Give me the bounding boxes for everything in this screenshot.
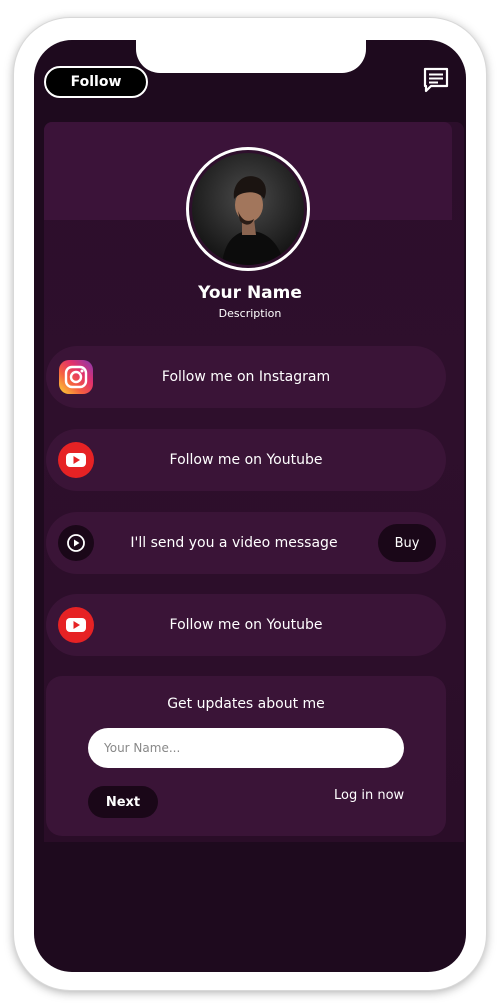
phone-notch (136, 40, 366, 73)
name-input[interactable] (88, 728, 404, 768)
link-instagram[interactable]: Follow me on Instagram (46, 346, 446, 408)
updates-card: Get updates about me Next Log in now (46, 676, 446, 836)
updates-title: Get updates about me (167, 696, 325, 712)
avatar-photo (192, 153, 304, 265)
buy-button[interactable]: Buy (378, 524, 436, 562)
link-youtube-2[interactable]: Follow me on Youtube (46, 594, 446, 656)
link-label: Follow me on Youtube (169, 617, 323, 633)
instagram-icon (59, 360, 93, 394)
link-label: Follow me on Youtube (169, 452, 323, 468)
profile-name: Your Name (198, 283, 302, 303)
link-youtube[interactable]: Follow me on Youtube (46, 429, 446, 491)
follow-button[interactable]: Follow (44, 66, 148, 98)
link-video-message[interactable]: I'll send you a video message Buy (46, 512, 446, 574)
profile-description: Description (218, 307, 282, 320)
youtube-icon (58, 442, 94, 478)
link-label: Follow me on Instagram (161, 369, 331, 385)
play-icon (58, 525, 94, 561)
chat-icon[interactable] (422, 66, 450, 94)
youtube-icon (58, 607, 94, 643)
avatar[interactable] (186, 147, 310, 271)
next-button[interactable]: Next (88, 786, 158, 818)
screen: Follow Your Name Description Follow me o… (34, 40, 466, 972)
login-link[interactable]: Log in now (334, 788, 404, 803)
